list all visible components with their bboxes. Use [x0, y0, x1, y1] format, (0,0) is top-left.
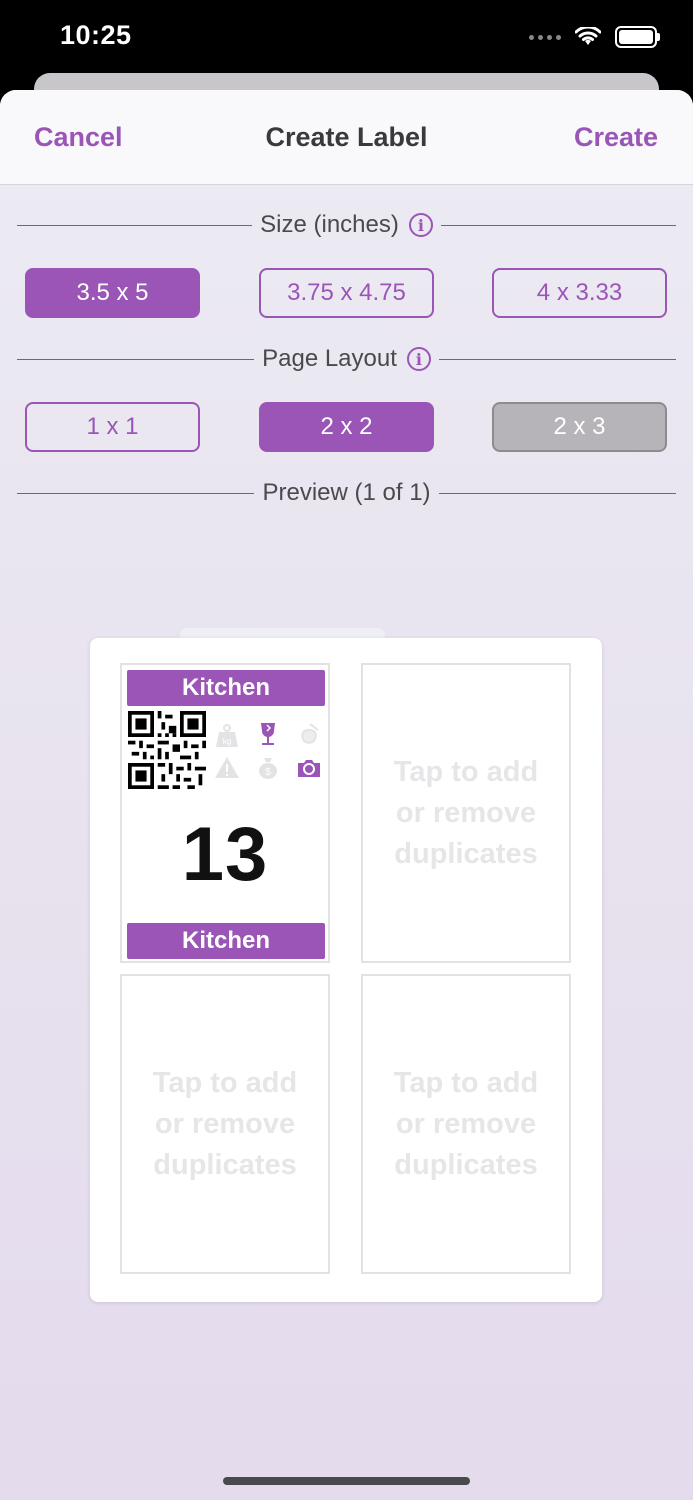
- layout-option-2x3: 2 x 3: [492, 402, 667, 452]
- size-section-title: Size (inches): [260, 211, 399, 238]
- label-location-bottom: Kitchen: [127, 923, 325, 959]
- create-label-sheet: Cancel Create Label Create Size (inches)…: [0, 90, 693, 1500]
- empty-label-cell[interactable]: Tap to add or remove duplicates: [361, 663, 571, 963]
- info-icon[interactable]: i: [406, 347, 431, 371]
- svg-text:kg: kg: [223, 737, 231, 746]
- wifi-icon: [575, 27, 601, 45]
- duplicate-placeholder: Tap to add or remove duplicates: [152, 1066, 298, 1181]
- duplicate-placeholder: Tap to add or remove duplicates: [393, 1066, 539, 1181]
- label-cell[interactable]: Kitchen kg $ 13 Kitchen: [120, 663, 330, 963]
- plant-icon: [301, 723, 319, 744]
- qr-code-icon: [128, 711, 206, 789]
- battery-icon: [615, 26, 660, 48]
- info-icon[interactable]: i: [408, 213, 433, 237]
- navigation-bar: Cancel Create Label Create: [0, 90, 693, 185]
- layout-option-1x1[interactable]: 1 x 1: [25, 402, 200, 452]
- weight-icon: kg: [216, 724, 238, 747]
- status-bar: 10:25: [0, 0, 693, 80]
- layout-options: 1 x 1 2 x 2 2 x 3: [25, 402, 668, 452]
- size-option-3-75x4-75[interactable]: 3.75 x 4.75: [259, 268, 434, 318]
- empty-label-cell[interactable]: Tap to add or remove duplicates: [120, 974, 330, 1274]
- label-location-top: Kitchen: [127, 670, 325, 706]
- camera-icon: [298, 760, 320, 777]
- size-option-4x3-33[interactable]: 4 x 3.33: [492, 268, 667, 318]
- layout-section-title: Page Layout: [262, 345, 397, 372]
- home-indicator: [223, 1477, 470, 1485]
- layout-option-2x2[interactable]: 2 x 2: [259, 402, 434, 452]
- money-bag-icon: $: [259, 758, 277, 779]
- label-number: 13: [181, 812, 269, 897]
- divider: [438, 358, 676, 360]
- size-section-header: Size (inches) i: [17, 208, 676, 242]
- preview-section-title: Preview (1 of 1): [262, 479, 431, 506]
- status-time: 10:25: [60, 20, 132, 50]
- size-option-3-5x5[interactable]: 3.5 x 5: [25, 268, 200, 318]
- fragile-glass-icon: [261, 723, 275, 745]
- divider: [17, 492, 255, 494]
- divider: [438, 492, 676, 494]
- warning-icon: [215, 757, 239, 778]
- cellular-signal-icon: [529, 34, 561, 40]
- svg-text:$: $: [265, 767, 271, 778]
- divider: [17, 358, 255, 360]
- preview-page: Kitchen kg $ 13 Kitchen Tap to add or re…: [90, 638, 602, 1302]
- duplicate-placeholder: Tap to add or remove duplicates: [393, 755, 539, 870]
- preview-section-header: Preview (1 of 1): [17, 476, 676, 510]
- divider: [440, 224, 676, 226]
- create-button[interactable]: Create: [574, 122, 658, 153]
- status-icons: [529, 26, 660, 48]
- divider: [17, 224, 253, 226]
- empty-label-cell[interactable]: Tap to add or remove duplicates: [361, 974, 571, 1274]
- size-options: 3.5 x 5 3.75 x 4.75 4 x 3.33: [25, 268, 668, 318]
- layout-section-header: Page Layout i: [17, 342, 676, 376]
